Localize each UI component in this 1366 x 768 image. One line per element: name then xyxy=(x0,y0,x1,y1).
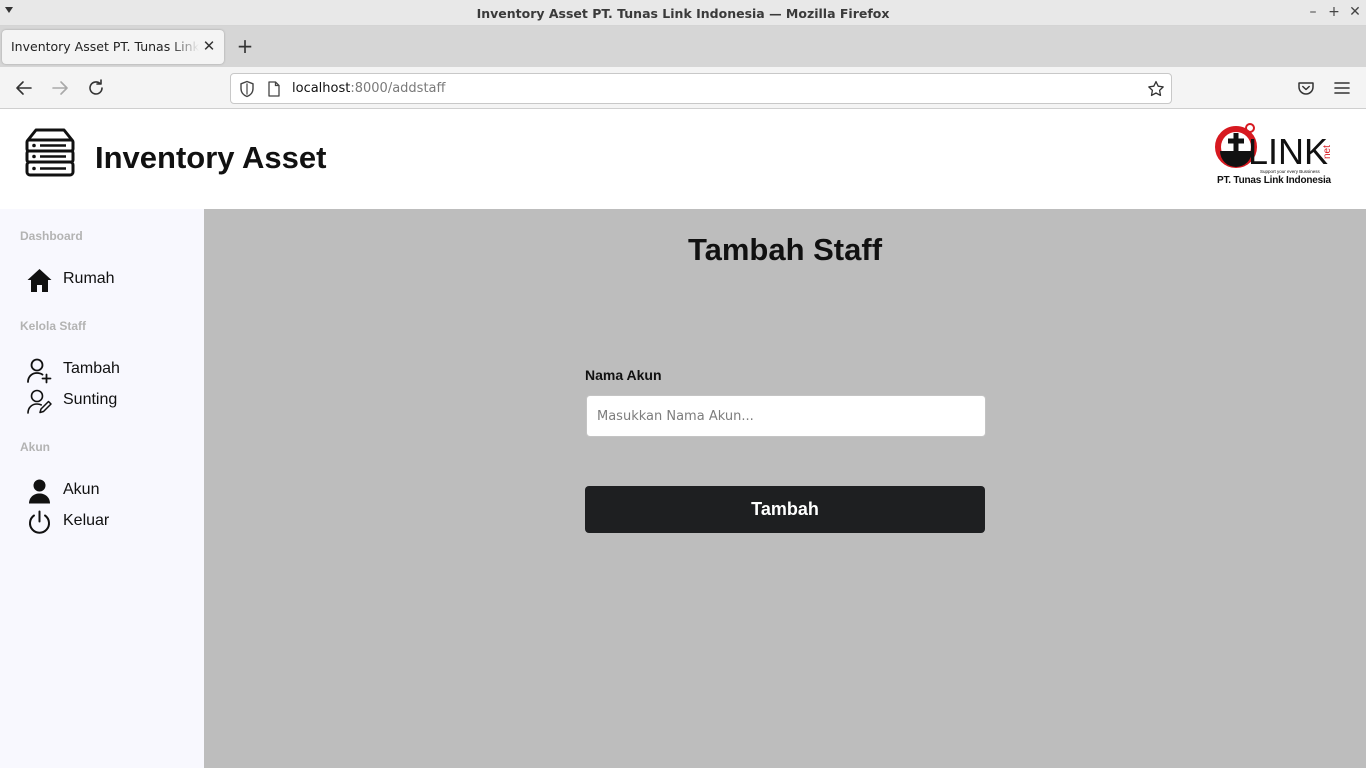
browser-tab[interactable]: Inventory Asset PT. Tunas Link Indonesia… xyxy=(2,30,224,64)
sidebar: Dashboard Rumah Kelola Staff Tambah Sunt… xyxy=(0,209,204,768)
shield-icon[interactable] xyxy=(239,80,255,98)
page-title: Tambah Staff xyxy=(687,232,883,267)
sidebar-heading-akun: Akun xyxy=(20,440,50,454)
url-host: localhost xyxy=(292,81,351,96)
reload-icon[interactable] xyxy=(86,78,106,98)
back-icon[interactable] xyxy=(14,78,34,98)
page-icon xyxy=(267,81,281,97)
minimize-icon[interactable]: – xyxy=(1305,4,1321,20)
bookmark-star-icon[interactable] xyxy=(1147,80,1165,98)
pocket-icon[interactable] xyxy=(1296,78,1316,98)
sidebar-item-keluar[interactable]: Keluar xyxy=(26,508,196,536)
logo-text: LINK xyxy=(1248,131,1328,172)
user-icon xyxy=(26,478,53,505)
power-icon xyxy=(26,509,53,536)
server-stack-icon xyxy=(24,128,76,180)
home-icon xyxy=(26,267,53,294)
new-tab-icon[interactable]: + xyxy=(235,36,255,56)
app-title: Inventory Asset xyxy=(95,140,327,175)
sidebar-item-label: Sunting xyxy=(63,391,118,408)
main-content: Tambah Staff Nama Akun Tambah xyxy=(204,209,1366,768)
url-bar[interactable]: localhost:8000/addstaff xyxy=(230,73,1172,104)
sidebar-item-label: Rumah xyxy=(63,270,115,287)
nama-akun-label: Nama Akun xyxy=(585,367,662,383)
sidebar-item-tambah[interactable]: Tambah xyxy=(26,356,196,384)
url-text[interactable]: localhost:8000/addstaff xyxy=(292,81,445,96)
nama-akun-input[interactable] xyxy=(586,395,986,437)
company-name: PT. Tunas Link Indonesia xyxy=(1217,175,1331,186)
user-edit-icon xyxy=(26,388,53,415)
tambah-button[interactable]: Tambah xyxy=(585,486,985,533)
user-add-icon xyxy=(26,357,53,384)
sidebar-heading-kelola-staff: Kelola Staff xyxy=(20,319,87,333)
navigation-bar: localhost:8000/addstaff xyxy=(0,67,1366,109)
sidebar-item-sunting[interactable]: Sunting xyxy=(26,387,196,415)
sidebar-item-label: Keluar xyxy=(63,512,110,529)
sidebar-item-akun[interactable]: Akun xyxy=(26,477,196,505)
url-path: :8000/addstaff xyxy=(350,81,446,96)
hamburger-menu-icon[interactable] xyxy=(1332,78,1352,98)
app-header: Inventory Asset LINK net Support your ev… xyxy=(0,109,1366,209)
window-title: Inventory Asset PT. Tunas Link Indonesia… xyxy=(476,6,890,21)
tab-title: Inventory Asset PT. Tunas Link Indonesia xyxy=(11,39,199,54)
tab-strip: Inventory Asset PT. Tunas Link Indonesia… xyxy=(0,26,1366,67)
sidebar-item-label: Tambah xyxy=(63,360,120,377)
logo-tagline: Support your every Bussiness xyxy=(1260,169,1321,174)
maximize-icon[interactable]: + xyxy=(1326,4,1342,20)
company-logo: LINK net Support your every Bussiness PT… xyxy=(1214,121,1336,191)
forward-icon[interactable] xyxy=(50,78,70,98)
link-net-logo: LINK net Support your every Bussiness xyxy=(1215,123,1333,174)
sidebar-item-label: Akun xyxy=(63,481,100,498)
logo-suffix: net xyxy=(1322,145,1333,159)
window-titlebar: Inventory Asset PT. Tunas Link Indonesia… xyxy=(0,0,1366,26)
tab-close-icon[interactable]: ✕ xyxy=(201,38,217,54)
sidebar-item-rumah[interactable]: Rumah xyxy=(26,266,196,294)
sidebar-heading-dashboard: Dashboard xyxy=(20,229,83,243)
close-icon[interactable]: ✕ xyxy=(1347,4,1363,20)
